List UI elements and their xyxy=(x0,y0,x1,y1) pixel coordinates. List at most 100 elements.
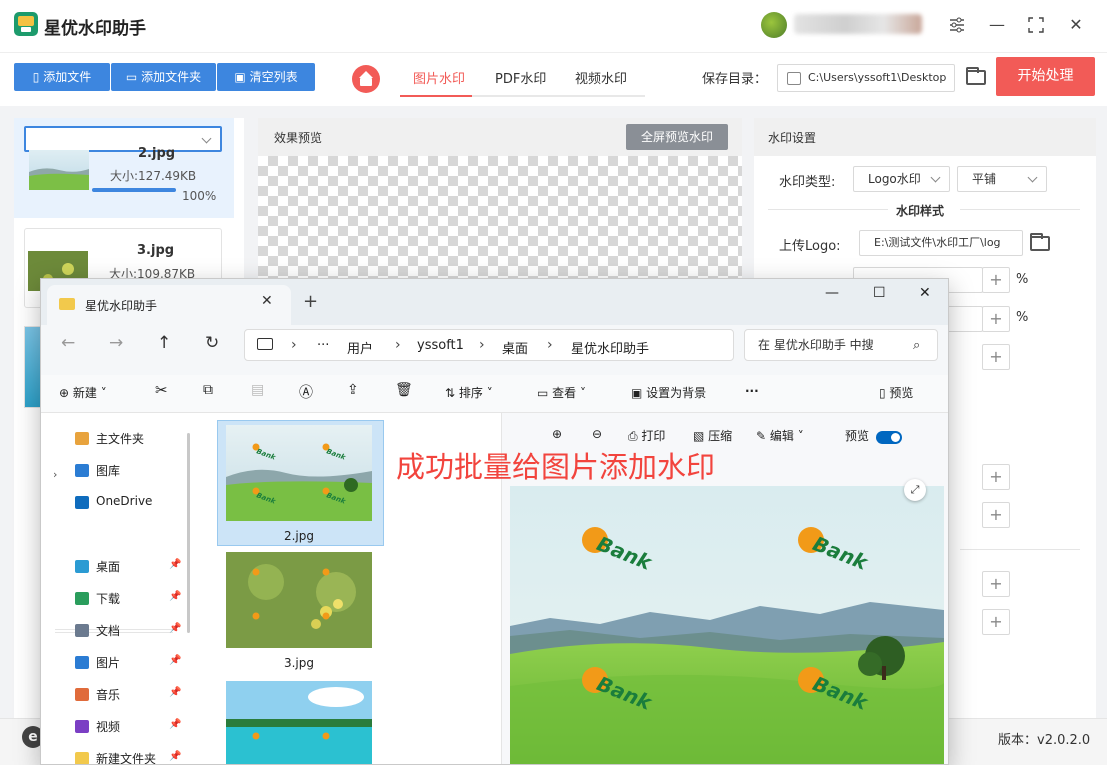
sidebar-item[interactable]: 图库 xyxy=(96,462,120,479)
new-tab-icon[interactable]: + xyxy=(303,291,318,312)
add-folder-button[interactable]: ▭ 添加文件夹 xyxy=(111,63,216,91)
upload-logo-path[interactable]: E:\测试文件\水印工厂\log xyxy=(859,230,1023,256)
minimize-icon[interactable]: — xyxy=(825,285,839,301)
refresh-icon[interactable]: ↻ xyxy=(205,333,219,353)
breadcrumb-item[interactable]: 桌面 xyxy=(502,338,528,357)
back-icon[interactable]: ← xyxy=(61,333,75,353)
minimize-icon[interactable]: — xyxy=(985,13,1009,37)
share-icon[interactable]: ⇪ xyxy=(347,382,359,398)
maximize-icon[interactable]: ☐ xyxy=(873,285,886,301)
breadcrumb-item[interactable]: 星优水印助手 xyxy=(571,338,649,357)
sidebar-item[interactable]: 视频 xyxy=(96,718,120,735)
divider xyxy=(768,209,888,210)
sidebar-item-icon xyxy=(75,720,89,733)
add-file-label: 添加文件 xyxy=(43,70,92,84)
file-card[interactable]: 2.jpg 大小:127.49KB 100% xyxy=(24,126,222,203)
folder-open-icon[interactable] xyxy=(966,67,986,85)
close-icon[interactable]: ✕ xyxy=(919,285,931,301)
sidebar-item[interactable]: 文档 xyxy=(96,622,120,639)
sidebar-item-icon xyxy=(75,496,89,509)
watermark-style-title: 水印样式 xyxy=(896,204,945,218)
preview-pane-label: 预览 xyxy=(889,386,914,400)
pin-icon: 📌 xyxy=(169,719,182,730)
sidebar-scrollbar[interactable] xyxy=(187,433,190,633)
new-button[interactable]: ⊕ 新建 ˅ xyxy=(59,384,107,401)
chevron-right-icon: › xyxy=(291,337,297,353)
folder-open-icon[interactable] xyxy=(1030,233,1050,251)
preview-title: 效果预览 xyxy=(274,131,323,145)
rename-icon[interactable]: Ⓐ xyxy=(299,382,313,402)
chevron-right-icon: › xyxy=(395,337,401,353)
tab-close-icon[interactable]: ✕ xyxy=(261,293,273,309)
progress-fill xyxy=(92,188,176,192)
set-background-button[interactable]: ▣ 设置为背景 xyxy=(631,384,706,401)
sidebar-item[interactable]: 图片 xyxy=(96,654,120,671)
save-path-input[interactable]: C:\Users\yssoft1\Desktop xyxy=(777,64,955,92)
avatar[interactable] xyxy=(761,12,787,38)
plus-icon[interactable]: + xyxy=(982,267,1010,293)
sidebar-item-icon xyxy=(75,752,89,764)
sidebar-item[interactable]: OneDrive xyxy=(96,494,152,508)
compress-label: 压缩 xyxy=(708,429,733,443)
zoom-out-icon[interactable]: ⊖ xyxy=(592,427,602,441)
more-icon[interactable]: ··· xyxy=(317,338,329,353)
cut-icon[interactable]: ✂ xyxy=(155,381,168,399)
edit-button[interactable]: ✎ 编辑 ˅ xyxy=(756,427,804,444)
home-icon[interactable] xyxy=(352,65,380,93)
preview-toggle[interactable] xyxy=(876,431,902,444)
copy-icon[interactable]: ⧉ xyxy=(203,382,213,398)
up-icon[interactable]: ↑ xyxy=(157,333,171,353)
file-name: 2.jpg xyxy=(138,146,176,161)
large-image-preview xyxy=(510,486,944,764)
tab-video-watermark[interactable]: 视频水印 xyxy=(575,68,627,87)
compress-button[interactable]: ▧ 压缩 xyxy=(693,427,732,444)
expand-icon[interactable]: ⤢ xyxy=(904,479,926,501)
plus-icon[interactable]: + xyxy=(982,571,1010,597)
watermark-mode-select[interactable]: 平铺 xyxy=(957,166,1047,192)
explorer-search-input[interactable]: 在 星优水印助手 中搜 xyxy=(744,329,938,361)
breadcrumb-item[interactable]: 用户 xyxy=(347,338,373,357)
tab-image-watermark[interactable]: 图片水印 xyxy=(413,68,465,87)
plus-icon[interactable]: + xyxy=(982,344,1010,370)
plus-icon[interactable]: + xyxy=(982,502,1010,528)
close-icon[interactable]: ✕ xyxy=(1064,13,1088,37)
explorer-tab[interactable]: 星优水印助手 ✕ xyxy=(47,285,291,325)
sidebar-item[interactable]: 音乐 xyxy=(96,686,120,703)
paste-icon[interactable]: ▤ xyxy=(251,382,264,398)
app-logo-icon xyxy=(14,12,38,36)
watermark-type-select[interactable]: Logo水印 xyxy=(853,166,950,192)
settings-sliders-icon[interactable] xyxy=(945,13,969,37)
image-thumbnail-3[interactable] xyxy=(226,552,372,648)
explorer-nav-bar: ← → ↑ ↻ › ··· 用户 › yssoft1 › 桌面 › 星优水印助手… xyxy=(41,325,948,375)
chevron-right-icon[interactable]: › xyxy=(53,468,57,481)
sort-button[interactable]: ⇅ 排序 ˅ xyxy=(445,384,493,401)
maximize-icon[interactable] xyxy=(1024,13,1048,37)
plus-icon[interactable]: + xyxy=(982,306,1010,332)
breadcrumb-item[interactable]: yssoft1 xyxy=(417,338,464,353)
add-file-button[interactable]: ▯ 添加文件 xyxy=(14,63,110,91)
zoom-in-icon[interactable]: ⊕ xyxy=(552,427,562,441)
forward-icon[interactable]: → xyxy=(109,333,123,353)
tab-active-indicator xyxy=(400,95,472,97)
tab-pdf-watermark[interactable]: PDF水印 xyxy=(495,68,546,87)
sidebar-item[interactable]: 主文件夹 xyxy=(96,430,144,447)
sidebar-item[interactable]: 桌面 xyxy=(96,558,120,575)
save-dir-label: 保存目录： xyxy=(702,72,768,87)
fullscreen-preview-button[interactable]: 全屏预览水印 xyxy=(626,124,728,150)
image-thumbnail-4[interactable] xyxy=(226,681,372,765)
view-button[interactable]: ▭ 查看 ˅ xyxy=(537,384,586,401)
plus-icon[interactable]: + xyxy=(982,609,1010,635)
progress-bar xyxy=(92,188,176,192)
new-label: 新建 xyxy=(72,386,97,400)
address-bar[interactable]: › ··· 用户 › yssoft1 › 桌面 › 星优水印助手 xyxy=(244,329,734,361)
sidebar-item[interactable]: 新建文件夹 xyxy=(96,750,156,764)
clear-list-button[interactable]: ▣ 清空列表 xyxy=(217,63,315,91)
image-thumbnail-2[interactable]: Bank Bank Bank Bank xyxy=(226,425,372,521)
delete-icon[interactable]: 🗑 xyxy=(395,382,413,398)
plus-icon[interactable]: + xyxy=(982,464,1010,490)
more-icon[interactable]: ··· xyxy=(745,384,759,398)
preview-pane-button[interactable]: ▯ 预览 xyxy=(879,384,913,401)
print-button[interactable]: ⎙ 打印 xyxy=(628,427,665,444)
start-button[interactable]: 开始处理 xyxy=(996,57,1095,96)
sidebar-item[interactable]: 下载 xyxy=(96,590,120,607)
